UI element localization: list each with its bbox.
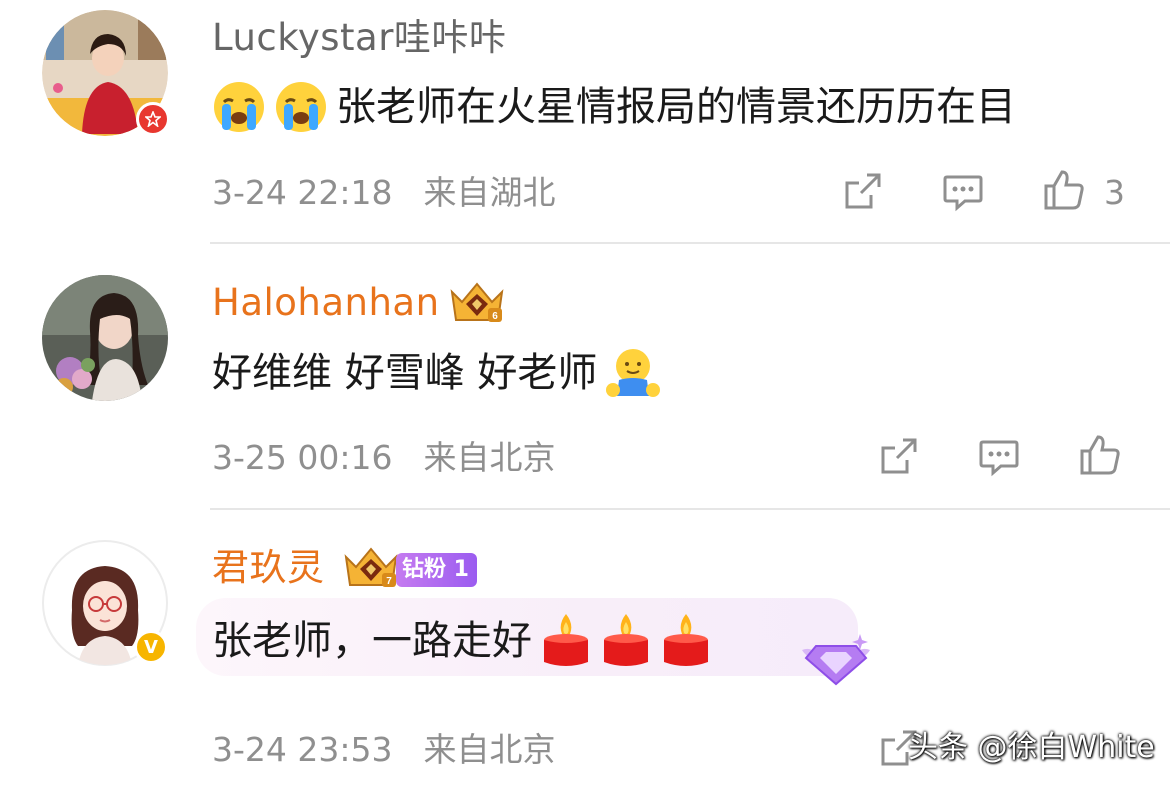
divider [210,508,1170,510]
crying-face-emoji [214,82,264,132]
crying-face-emoji [276,82,326,132]
svg-text:7: 7 [386,576,392,587]
avatar[interactable] [42,10,170,136]
username[interactable]: Halohanhan [212,281,440,325]
hug-emoji [606,349,661,397]
comment-time: 3-24 23:53 [212,730,393,769]
comment-text-row: 张老师，一路走好 [212,612,712,670]
comment-list: Luckystar哇咔咔 张老师在火星情报局的情景还历历在目 3-24 22:1… [0,0,1170,786]
username[interactable]: 君玖灵 [212,546,325,590]
comment-text: 好维维 好雪峰 好老师 [212,350,598,396]
candle-emoji [664,614,708,666]
fan-level-badge: 钻粉 1 [396,553,477,587]
thumbs-up-icon [1080,435,1120,475]
gold-crown-level-6-badge: 6 [450,282,504,322]
comment-text: 张老师，一路走好 [212,618,532,664]
comment-meta: 3-24 22:18 来自湖北 [212,173,556,213]
comment-meta: 3-24 23:53 来自北京 [212,730,556,770]
comment-icon [943,175,983,212]
candle-emoji [544,614,588,666]
comment-text-row: 好维维 好雪峰 好老师 [212,346,661,400]
reply-button[interactable] [941,170,985,214]
watermark: 头条 @徐白White [908,730,1155,765]
comment-location: 来自北京 [423,438,556,477]
comment-location: 来自北京 [423,730,556,769]
reply-button[interactable] [977,435,1021,479]
yellow-v-badge: V [134,630,168,664]
username[interactable]: Luckystar哇咔咔 [212,16,506,60]
username-text: Halohanhan [212,281,440,324]
comment-text: 张老师在火星情报局的情景还历历在目 [336,84,1016,130]
svg-text:6: 6 [492,311,498,322]
share-icon [881,438,917,474]
diamond-fan-icon [802,634,870,686]
thumbs-up-icon [1044,170,1084,210]
red-star-badge [136,102,170,136]
comment-meta: 3-25 00:16 来自北京 [212,438,556,478]
avatar[interactable] [42,275,168,401]
divider [210,242,1170,244]
avatar[interactable]: V [42,540,168,666]
comment-icon [979,440,1019,477]
candle-emoji [604,614,648,666]
share-button[interactable] [876,435,920,479]
username-text: 君玖灵 [212,546,325,589]
comment-location: 来自湖北 [423,173,556,212]
gold-crown-level-7-badge: 7 [344,547,398,587]
share-button[interactable] [840,170,884,214]
comment-time: 3-24 22:18 [212,173,393,212]
comment-text-row: 张老师在火星情报局的情景还历历在目 [212,80,1016,134]
like-button[interactable] [1078,433,1122,477]
comment-time: 3-25 00:16 [212,438,393,477]
share-icon [845,173,881,209]
like-button[interactable] [1042,168,1086,212]
like-count: 3 [1104,173,1125,212]
